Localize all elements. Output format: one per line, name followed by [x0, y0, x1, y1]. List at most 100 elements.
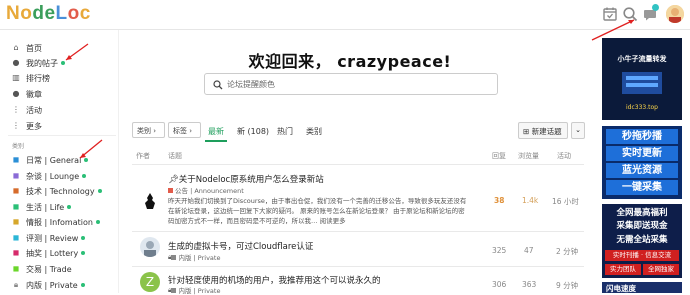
- logo-letter: e: [44, 3, 56, 24]
- annotation-arrow: [79, 139, 103, 159]
- sidebar-category-lottery[interactable]: ◼ 抽奖 | Lottery: [12, 246, 86, 260]
- ad-banner-1[interactable]: 小牛子流量转发 idc333.top: [602, 38, 682, 120]
- topic-category[interactable]: 公告 | Announcement: [168, 185, 244, 195]
- search-icon: [213, 80, 223, 90]
- category-icon: ◼: [12, 264, 20, 273]
- sidebar-category-private[interactable]: 🔒︎ 内版 | Private: [12, 278, 85, 292]
- sidebar-item-activity[interactable]: ⋮ 活动: [12, 103, 42, 117]
- view-count: 47: [524, 246, 534, 255]
- last-activity[interactable]: 16 小时: [552, 196, 579, 207]
- category-dropdown[interactable]: 类别 ›: [132, 122, 165, 138]
- logo-letter: N: [6, 3, 21, 24]
- topic-avatar[interactable]: [140, 191, 160, 211]
- annotation-arrow: [65, 43, 89, 61]
- topic-avatar[interactable]: Z: [140, 272, 160, 292]
- pin-icon: 📌︎: [168, 175, 179, 185]
- ad-text: 蓝光资源: [606, 163, 678, 178]
- user-avatar[interactable]: [666, 5, 684, 23]
- top-header: NodeLoc: [0, 0, 690, 30]
- category-icon: ◼: [12, 217, 20, 226]
- sidebar-category-review[interactable]: ◼ 评测 | Review: [12, 231, 86, 245]
- tab-new[interactable]: 新 (108): [237, 126, 269, 137]
- chevron-right-icon: ›: [153, 127, 157, 135]
- logo-letter: L: [55, 3, 68, 24]
- category-icon: ◼: [12, 233, 20, 242]
- chevron-down-icon: ⌄: [575, 126, 581, 134]
- column-topic[interactable]: 话题: [168, 151, 182, 161]
- sidebar-item-home[interactable]: ⌂ 首页: [12, 41, 42, 55]
- tags-dropdown[interactable]: 标签 ›: [168, 122, 201, 138]
- category-color-swatch: [171, 287, 177, 293]
- new-topic-button[interactable]: ⊞ 新建话题: [518, 122, 568, 139]
- notification-dot: [652, 4, 659, 11]
- sidebar-item-my-posts[interactable]: ● 我的帖子: [12, 56, 65, 70]
- column-views[interactable]: 浏览量: [518, 151, 539, 161]
- ad-banner-4[interactable]: 闪电速度: [602, 282, 682, 293]
- search-input[interactable]: 论坛提醒颜色: [204, 73, 498, 95]
- active-tab-underline: [205, 140, 227, 142]
- column-replies[interactable]: 回复: [492, 151, 506, 161]
- ad-text: 采集即送现金: [616, 221, 668, 231]
- sidebar-section-label[interactable]: 类别: [12, 141, 24, 150]
- topic-category[interactable]: 🔒︎ 内版 | Private: [168, 285, 220, 295]
- unread-dot: [81, 251, 86, 255]
- ad-graphic: [622, 72, 662, 94]
- view-count: 363: [522, 280, 537, 289]
- site-logo[interactable]: NodeLoc: [6, 3, 91, 25]
- sidebar-category-lounge[interactable]: ◼ 杂谈 | Lounge: [12, 169, 87, 183]
- logo-letter: o: [20, 3, 33, 24]
- category-icon: ◼: [12, 248, 20, 257]
- topic-title[interactable]: 📌︎关于Nodeloc原系统用户怎么登录新站: [168, 173, 324, 185]
- tab-categories[interactable]: 类别: [306, 126, 322, 137]
- view-count: 1.4k: [522, 196, 539, 205]
- column-activity[interactable]: 活动: [557, 151, 571, 161]
- avatar-letter: Z: [145, 275, 155, 289]
- plus-icon: ⊞: [523, 127, 530, 136]
- reply-count[interactable]: 306: [492, 280, 506, 289]
- category-icon: ◼: [12, 186, 20, 195]
- ad-strip: 实时刊播 · 信息交流: [605, 250, 679, 261]
- new-topic-dropdown[interactable]: ⌄: [571, 122, 585, 139]
- ad-text: 小牛子流量转发: [617, 55, 667, 63]
- lock-icon: 🔒︎: [13, 280, 19, 289]
- last-activity[interactable]: 2 分钟: [556, 246, 578, 257]
- sidebar-category-life[interactable]: ◼ 生活 | Life: [12, 200, 72, 214]
- unread-dot: [80, 283, 85, 287]
- logo-letter: c: [79, 3, 91, 24]
- user-icon: ●: [12, 58, 20, 67]
- reply-count[interactable]: 325: [492, 246, 506, 255]
- activity-icon: ⋮: [12, 105, 20, 114]
- category-icon: ◼: [12, 155, 20, 164]
- category-color-swatch: [168, 187, 173, 193]
- ad-text: 实力团队: [605, 264, 641, 275]
- ad-text: 无需全站采集: [616, 235, 668, 245]
- column-author[interactable]: 作者: [136, 151, 150, 161]
- ad-banner-3[interactable]: 全网最高福利 采集即送现金 无需全站采集 实时刊播 · 信息交流 实力团队 全网…: [602, 204, 682, 278]
- topic-avatar[interactable]: [140, 237, 160, 257]
- category-color-swatch: [171, 254, 177, 260]
- ad-text: 秒拖秒播: [606, 129, 678, 144]
- tab-latest[interactable]: 最新: [208, 126, 224, 137]
- ad-text: 全网最高福利: [616, 208, 668, 218]
- category-icon: ◼: [12, 171, 20, 180]
- topic-category[interactable]: 🔒︎ 内版 | Private: [168, 252, 220, 263]
- sidebar-item-badges[interactable]: ● 徽章: [12, 87, 43, 101]
- topic-title[interactable]: 生成的虚拟卡号，可过Cloudflare认证: [168, 240, 313, 252]
- chart-icon: ▥: [12, 73, 20, 82]
- sidebar-item-leaderboard[interactable]: ▥ 排行榜: [12, 71, 50, 85]
- tab-hot[interactable]: 热门: [277, 126, 293, 137]
- badge-icon: ●: [12, 89, 20, 98]
- topic-excerpt: 昨天开始我们切换到了Discourse，由于事出仓促，我们没有一个完善的迁移公告…: [168, 197, 467, 225]
- sidebar-category-information[interactable]: ◼ 情报 | Infomation: [12, 215, 100, 229]
- ad-text: 实时更新: [606, 146, 678, 161]
- last-activity[interactable]: 9 分钟: [556, 280, 578, 291]
- ad-banner-2[interactable]: 秒拖秒播 实时更新 蓝光资源 一键采集: [602, 126, 682, 199]
- sidebar-category-trade[interactable]: ◼ 交易 | Trade: [12, 262, 72, 276]
- reply-count[interactable]: 38: [494, 196, 504, 205]
- chevron-right-icon: ›: [189, 127, 193, 135]
- sidebar-category-technology[interactable]: ◼ 技术 | Technology: [12, 184, 102, 198]
- sidebar-item-more[interactable]: ⋮ 更多: [12, 119, 42, 133]
- sidebar-border: [118, 30, 119, 293]
- logo-letter: o: [67, 3, 80, 24]
- sidebar-divider: [8, 135, 116, 136]
